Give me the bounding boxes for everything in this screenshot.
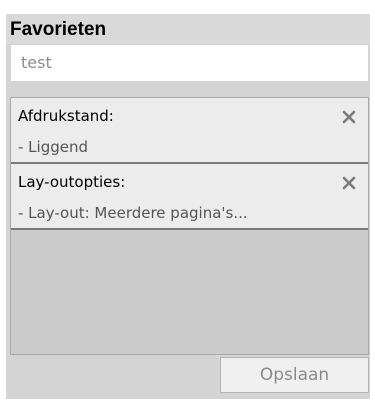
favorites-header: Favorieten [6, 14, 370, 44]
list-item-orientation[interactable]: Afdrukstand: - Liggend [11, 98, 368, 164]
favorite-name-input[interactable] [21, 53, 351, 72]
favorites-panel: Favorieten Afdrukstand: - Liggend Lay-ou… [6, 14, 370, 399]
save-button[interactable]: Opslaan [220, 357, 369, 393]
favorite-name-field[interactable] [10, 44, 369, 82]
list-item-value: - Lay-out: Meerdere pagina's... [18, 204, 248, 222]
list-item-layout-options[interactable]: Lay-outopties: - Lay-out: Meerdere pagin… [11, 164, 368, 230]
list-item-title: Afdrukstand: [18, 107, 114, 125]
remove-item-x-icon[interactable] [340, 174, 358, 192]
list-item-value: - Liggend [18, 138, 89, 156]
remove-item-x-icon[interactable] [340, 108, 358, 126]
list-item-title: Lay-outopties: [18, 173, 126, 191]
favorites-settings-list: Afdrukstand: - Liggend Lay-outopties: - … [10, 97, 369, 355]
panel-title: Favorieten [10, 19, 107, 40]
